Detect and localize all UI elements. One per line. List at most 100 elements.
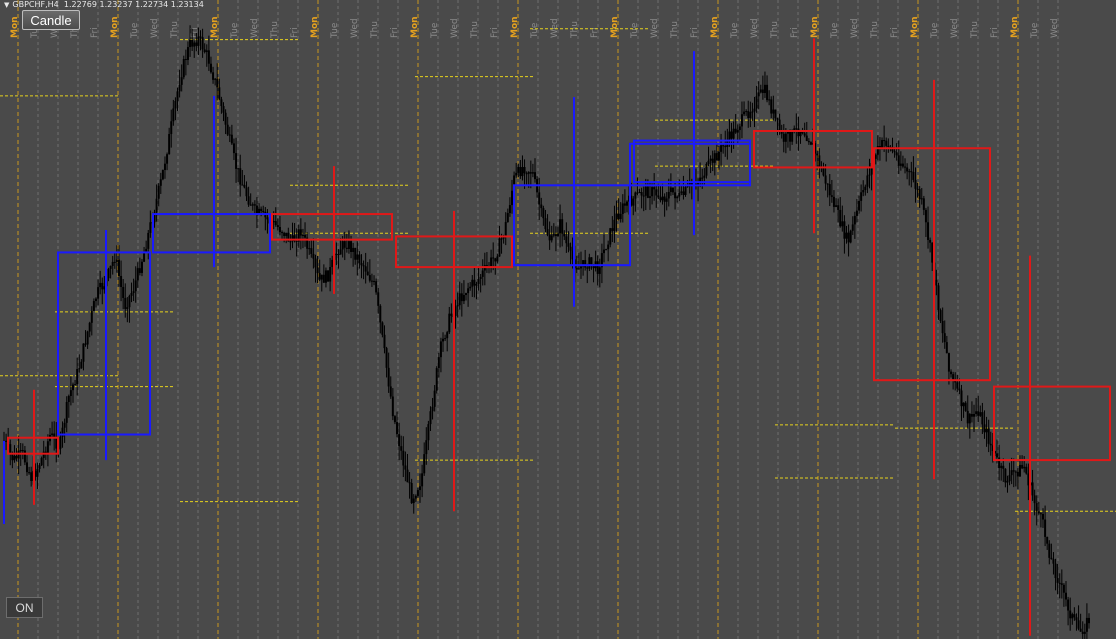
- candle-body: [899, 163, 902, 166]
- candle-body: [30, 472, 33, 481]
- candle-body: [985, 428, 988, 433]
- candle-body: [615, 213, 618, 220]
- candle-body: [738, 126, 741, 131]
- candle-body: [843, 221, 846, 239]
- candle-body: [563, 233, 566, 237]
- x-tick-label: Tue: [830, 22, 840, 39]
- collapse-triangle-icon[interactable]: ▼: [4, 1, 9, 9]
- candle-body: [847, 232, 850, 243]
- chart-area[interactable]: Mon Tue Wed Thu Fri Mon Tue Wed Thu Fri Mon Tue Wed T…: [0, 0, 1116, 639]
- candle-body: [368, 275, 371, 281]
- x-tick-label: Wed: [850, 18, 860, 38]
- candle-body: [301, 235, 304, 237]
- candle-mode-button[interactable]: Candle: [22, 10, 80, 30]
- candle-body: [858, 200, 861, 211]
- candle-body: [82, 343, 85, 362]
- candle-body: [310, 248, 313, 254]
- candle-body: [237, 168, 240, 170]
- candle-body: [76, 369, 79, 385]
- candle-body: [795, 128, 798, 130]
- price-chart: Mon Tue Wed Thu Fri Mon Tue Wed Thu Fri Mon Tue Wed T…: [0, 0, 1116, 639]
- candle-body: [427, 424, 430, 441]
- candle-body: [749, 112, 752, 118]
- candle-body: [717, 151, 720, 161]
- candle-body: [396, 422, 399, 435]
- candle-body: [283, 232, 286, 236]
- candle-body: [776, 118, 779, 120]
- candle-body: [197, 36, 200, 46]
- candle-body: [619, 213, 622, 220]
- candle-body: [676, 196, 679, 199]
- candle-body: [1081, 631, 1084, 634]
- candle-body: [385, 348, 388, 368]
- candle-body: [912, 171, 915, 180]
- candle-body: [40, 457, 43, 466]
- candle-body: [442, 338, 445, 342]
- candle-body: [235, 153, 238, 169]
- candle-body: [973, 413, 976, 417]
- candle-body: [611, 228, 614, 231]
- candle-body: [511, 190, 514, 206]
- candle-body: [546, 229, 549, 235]
- candle-body: [868, 174, 871, 176]
- candle-body: [36, 468, 39, 477]
- candle-body: [1052, 559, 1055, 564]
- candle-body: [950, 371, 953, 375]
- candle-body: [1006, 481, 1009, 483]
- candle-body: [180, 77, 183, 85]
- candle-body: [448, 313, 451, 333]
- on-toggle-button[interactable]: ON: [6, 597, 43, 618]
- candle-body: [602, 249, 605, 254]
- candle-body: [74, 384, 77, 386]
- candle-body: [960, 390, 963, 407]
- candle-body: [707, 160, 710, 164]
- candle-body: [1014, 471, 1017, 473]
- candle-body: [701, 177, 704, 179]
- candle-body: [147, 232, 150, 249]
- candle-body: [281, 232, 284, 234]
- x-tick-label: Fri: [790, 27, 800, 38]
- candle-body: [444, 338, 447, 340]
- candle-body: [816, 153, 819, 156]
- x-tick-label: Thu: [470, 21, 480, 39]
- candle-body: [753, 108, 756, 112]
- candle-body: [648, 196, 651, 198]
- candle-body: [663, 196, 666, 202]
- candle-body: [356, 254, 359, 260]
- x-tick-label: Wed: [1050, 18, 1060, 38]
- candle-body: [400, 446, 403, 451]
- candle-body: [101, 282, 104, 290]
- x-tick-label: Thu: [870, 21, 880, 39]
- candle-body: [768, 99, 771, 101]
- candle-body: [743, 111, 746, 115]
- candle-body: [214, 78, 217, 80]
- candle-body: [556, 233, 559, 236]
- candle-body: [331, 259, 334, 267]
- candle-body: [1083, 631, 1086, 634]
- candle-body: [638, 192, 641, 194]
- candle-body: [343, 241, 346, 248]
- candle-body: [542, 208, 545, 219]
- candle-body: [839, 209, 842, 227]
- candle-body: [740, 114, 743, 127]
- candle-body: [826, 183, 829, 185]
- candle-body: [952, 374, 955, 380]
- candle-body: [107, 268, 110, 279]
- symbol-ohlc-label: ▼ GBPCHF,H4 1.22769 1.23237 1.22734 1.231…: [4, 0, 204, 10]
- candle-body: [274, 221, 277, 226]
- candle-body: [492, 257, 495, 259]
- candle-body: [866, 175, 869, 187]
- candle-body: [155, 198, 158, 213]
- candle-body: [939, 310, 942, 321]
- candle-body: [728, 131, 731, 141]
- candle-body: [469, 286, 472, 289]
- candle-body: [803, 133, 806, 136]
- x-tick-label: Tue: [430, 22, 440, 39]
- candle-body: [65, 401, 68, 423]
- candle-body: [69, 390, 72, 397]
- candle-body: [28, 472, 31, 474]
- candle-body: [126, 307, 129, 309]
- candle-body: [239, 168, 242, 185]
- candle-body: [230, 134, 233, 144]
- candle-body: [364, 266, 367, 272]
